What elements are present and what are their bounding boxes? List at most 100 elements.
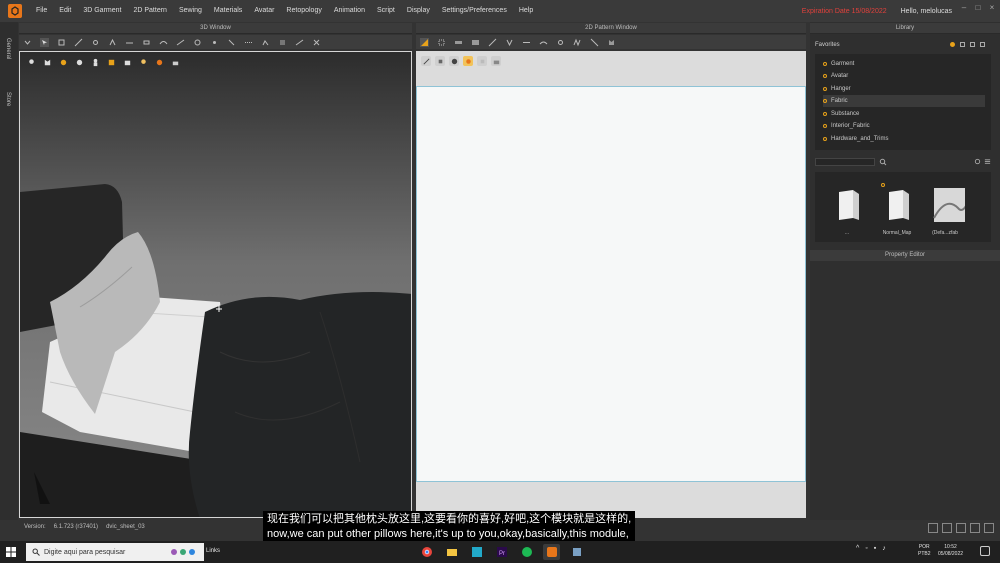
- seam-display-icon[interactable]: [477, 56, 487, 66]
- tape-icon[interactable]: [193, 38, 202, 47]
- render-icon[interactable]: [170, 57, 180, 67]
- menu-2d-pattern[interactable]: 2D Pattern: [127, 0, 172, 22]
- segment-sewing-icon[interactable]: [522, 38, 531, 47]
- library-item-interior-fabric[interactable]: Interior_Fabric: [823, 120, 985, 132]
- menu-materials[interactable]: Materials: [208, 0, 248, 22]
- select-mesh-icon[interactable]: [57, 38, 66, 47]
- fold-arrange-icon[interactable]: [590, 38, 599, 47]
- menu-display[interactable]: Display: [401, 0, 436, 22]
- library-item-substance[interactable]: Substance: [823, 108, 985, 120]
- grid-toggle-icon[interactable]: [421, 56, 431, 66]
- viewport-2d-pattern[interactable]: [416, 86, 806, 482]
- premiere-icon[interactable]: Pr: [493, 544, 510, 560]
- library-search-icon[interactable]: [879, 158, 887, 166]
- menu-edit[interactable]: Edit: [53, 0, 77, 22]
- menu-file[interactable]: File: [30, 0, 53, 22]
- rectangle-icon[interactable]: [471, 38, 480, 47]
- edit-curvature-icon[interactable]: [159, 38, 168, 47]
- user-greeting[interactable]: Hello, melolucas: [901, 8, 952, 15]
- list-view-icon[interactable]: [984, 158, 991, 165]
- sun-icon[interactable]: [154, 57, 164, 67]
- camera-icon[interactable]: [122, 57, 132, 67]
- menu-sewing[interactable]: Sewing: [173, 0, 208, 22]
- tray-clock[interactable]: 10:52 05/08/2022: [938, 544, 963, 558]
- tray-volume-icon[interactable]: ♪: [882, 545, 886, 552]
- hanger-icon[interactable]: [106, 57, 116, 67]
- pattern-info-icon[interactable]: [435, 56, 445, 66]
- remove-icon[interactable]: [980, 42, 985, 47]
- viewport-3d[interactable]: [19, 51, 412, 518]
- trace-icon[interactable]: [556, 38, 565, 47]
- tray-mic-icon[interactable]: ▪: [874, 545, 876, 552]
- transform-icon[interactable]: [74, 38, 83, 47]
- layout-quad-icon[interactable]: [970, 523, 980, 533]
- menu-settings[interactable]: Settings/Preferences: [436, 0, 513, 22]
- tab-general[interactable]: General: [5, 38, 11, 59]
- spotify-icon[interactable]: [518, 544, 535, 560]
- light-icon[interactable]: [138, 57, 148, 67]
- free-sewing-icon[interactable]: [539, 38, 548, 47]
- clo-app-icon[interactable]: [543, 544, 560, 560]
- texture-icon[interactable]: [278, 38, 287, 47]
- menu-help[interactable]: Help: [513, 0, 539, 22]
- dart-icon[interactable]: [505, 38, 514, 47]
- trim-2d-icon[interactable]: [491, 56, 501, 66]
- menu-animation[interactable]: Animation: [328, 0, 371, 22]
- add-folder-icon[interactable]: [970, 42, 975, 47]
- arrange-icon[interactable]: [142, 38, 151, 47]
- tray-language[interactable]: POR PTB2: [918, 544, 931, 558]
- download-icon[interactable]: [960, 42, 965, 47]
- button-icon[interactable]: [210, 38, 219, 47]
- layout-2d-icon[interactable]: [942, 523, 952, 533]
- tray-network-icon[interactable]: ◦: [865, 545, 867, 552]
- thumbnail-folder[interactable]: ...: [827, 182, 867, 237]
- fold-icon[interactable]: [125, 38, 134, 47]
- minimize-icon[interactable]: –: [960, 4, 968, 12]
- garment-display-icon[interactable]: [42, 57, 52, 67]
- menu-3d-garment[interactable]: 3D Garment: [77, 0, 127, 22]
- measure-icon[interactable]: [176, 38, 185, 47]
- pin-icon[interactable]: [91, 38, 100, 47]
- tray-chevron-icon[interactable]: ^: [856, 545, 859, 552]
- refresh-icon[interactable]: [974, 158, 981, 165]
- library-item-avatar[interactable]: Avatar: [823, 70, 985, 82]
- layout-3d-icon[interactable]: [928, 523, 938, 533]
- texture-display-icon[interactable]: [58, 57, 68, 67]
- internal-line-icon[interactable]: [488, 38, 497, 47]
- graphic-icon[interactable]: [261, 38, 270, 47]
- other-app-icon[interactable]: [568, 544, 585, 560]
- mesh-display-icon[interactable]: [74, 57, 84, 67]
- store-app-icon[interactable]: [468, 544, 485, 560]
- thumbnail-normal-map[interactable]: Normal_Map: [877, 182, 917, 237]
- notification-icon[interactable]: [980, 546, 990, 556]
- texture-2d-icon[interactable]: [449, 56, 459, 66]
- tack-icon[interactable]: [108, 38, 117, 47]
- menu-script[interactable]: Script: [371, 0, 401, 22]
- library-item-hardware-trims[interactable]: Hardware_and_Trims: [823, 133, 985, 145]
- arrow-down-icon[interactable]: [23, 38, 32, 47]
- edit-point-icon[interactable]: [437, 38, 446, 47]
- taskbar-links-toolbar[interactable]: Links: [206, 548, 220, 554]
- library-search-input[interactable]: [815, 158, 875, 166]
- puckering-icon[interactable]: [295, 38, 304, 47]
- taskbar-search-box[interactable]: Digite aqui para pesquisar: [26, 543, 204, 561]
- clo-logo-icon[interactable]: [8, 4, 22, 18]
- avatar-display-icon[interactable]: [26, 57, 36, 67]
- select-move-icon[interactable]: [40, 37, 49, 47]
- pleat-icon[interactable]: [573, 38, 582, 47]
- thumbnail-default-fabric[interactable]: (Defa...zfab: [925, 182, 965, 237]
- chrome-icon[interactable]: [418, 544, 435, 560]
- favorite-star-icon[interactable]: [950, 42, 955, 47]
- pattern-shirt-icon[interactable]: [607, 38, 616, 47]
- menu-retopology[interactable]: Retopology: [280, 0, 327, 22]
- library-item-fabric[interactable]: Fabric: [823, 95, 985, 107]
- menu-avatar[interactable]: Avatar: [248, 0, 280, 22]
- maximize-icon[interactable]: □: [974, 4, 982, 12]
- polygon-icon[interactable]: [454, 38, 463, 47]
- avatar-pose-icon[interactable]: [90, 57, 100, 67]
- file-explorer-icon[interactable]: [443, 544, 460, 560]
- close-icon[interactable]: ×: [988, 4, 996, 12]
- tab-store[interactable]: Store: [5, 92, 11, 106]
- library-item-garment[interactable]: Garment: [823, 58, 985, 70]
- windows-start-button[interactable]: [0, 541, 22, 563]
